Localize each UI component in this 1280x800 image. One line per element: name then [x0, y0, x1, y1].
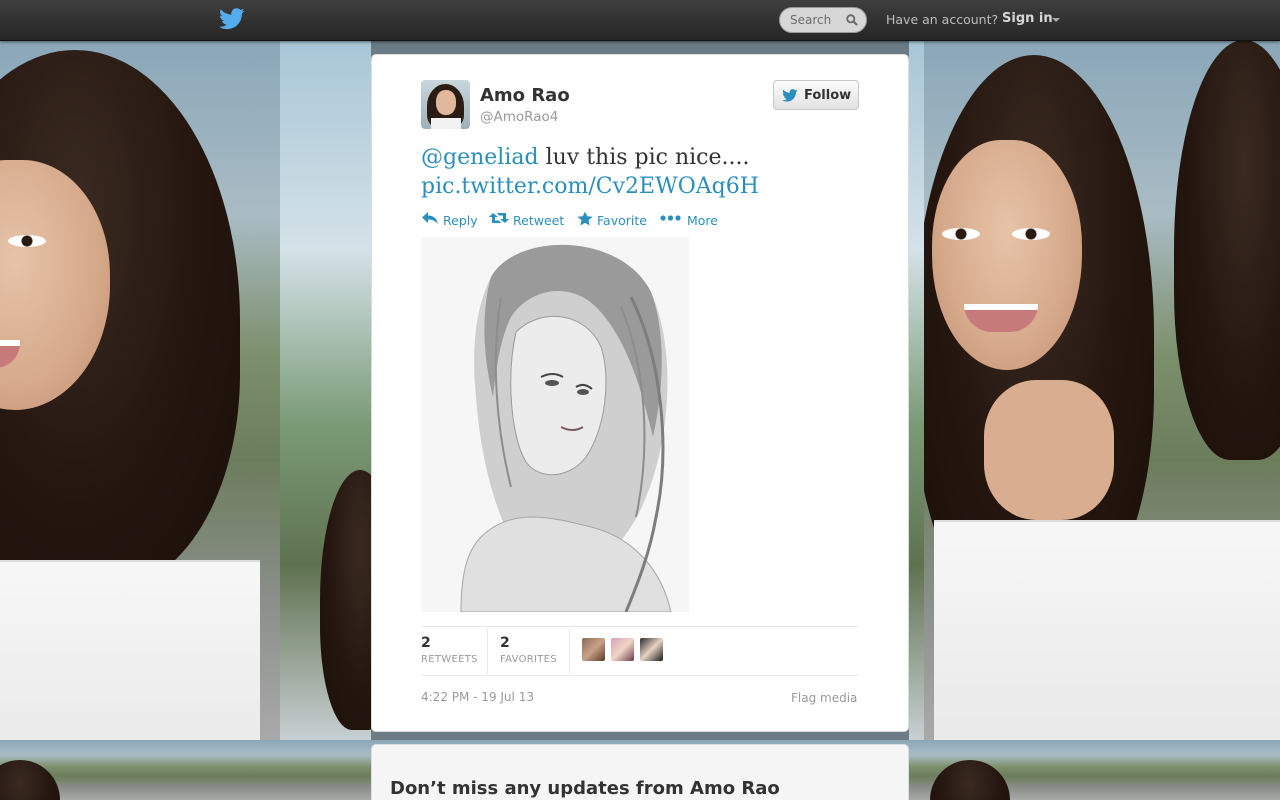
follow-button[interactable]: Follow: [773, 80, 859, 110]
background-photo-right: [924, 40, 1280, 740]
user-avatar-thumbnail[interactable]: [611, 638, 634, 661]
follow-label: Follow: [804, 88, 852, 103]
author-name[interactable]: Amo Rao: [480, 85, 570, 106]
flag-media-link[interactable]: Flag media: [791, 691, 857, 705]
retweets-label: RETWEETS: [421, 654, 478, 665]
tweet-stats: 2 RETWEETS 2 FAVORITES: [421, 626, 859, 676]
tweet-actions: Reply Retweet Favorite More: [421, 208, 861, 230]
tweet-card: Amo Rao @AmoRao4 Follow @geneliad luv th…: [371, 54, 909, 732]
reply-arrow-icon: [422, 212, 438, 224]
stats-divider: [487, 628, 488, 674]
retweet-icon: [489, 213, 509, 223]
user-avatar-thumbnail[interactable]: [640, 638, 663, 661]
star-icon: [577, 211, 593, 226]
stats-divider: [569, 628, 570, 674]
top-navigation-bar: Have an account? Sign in: [0, 0, 1280, 41]
media-link[interactable]: pic.twitter.com/Cv2EWOAq6H: [421, 174, 759, 199]
user-avatar-thumbnail[interactable]: [582, 638, 605, 661]
magnifier-icon[interactable]: [846, 14, 858, 26]
favorites-count[interactable]: 2: [500, 635, 510, 651]
promo-heading: Don’t miss any updates from Amo Rao: [390, 778, 780, 799]
signup-promo-card: Don’t miss any updates from Amo Rao: [371, 744, 909, 800]
avatar[interactable]: [421, 80, 470, 129]
tweet-timestamp[interactable]: 4:22 PM - 19 Jul 13: [421, 690, 534, 704]
search-input[interactable]: [790, 11, 846, 29]
author-handle[interactable]: @AmoRao4: [480, 109, 558, 125]
sign-in-link[interactable]: Sign in: [1002, 11, 1053, 26]
sketch-portrait-image: [421, 237, 689, 612]
twitter-bird-icon: [782, 89, 798, 102]
favorites-label: FAVORITES: [500, 654, 557, 665]
mention-link[interactable]: @geneliad: [421, 145, 539, 170]
ellipsis-icon: [660, 215, 681, 221]
search-box: [779, 7, 867, 33]
retweets-count[interactable]: 2: [421, 635, 431, 651]
chevron-down-icon[interactable]: [1052, 18, 1060, 22]
tweet-photo[interactable]: [421, 237, 689, 612]
twitter-bird-icon[interactable]: [219, 8, 245, 30]
tweet-text: @geneliad luv this pic nice.... pic.twit…: [421, 143, 861, 201]
have-account-text: Have an account?: [886, 12, 999, 27]
background-photo-left: [0, 40, 280, 740]
background-photo-strip-left: [280, 40, 371, 740]
tweet-body: luv this pic nice....: [545, 145, 750, 170]
